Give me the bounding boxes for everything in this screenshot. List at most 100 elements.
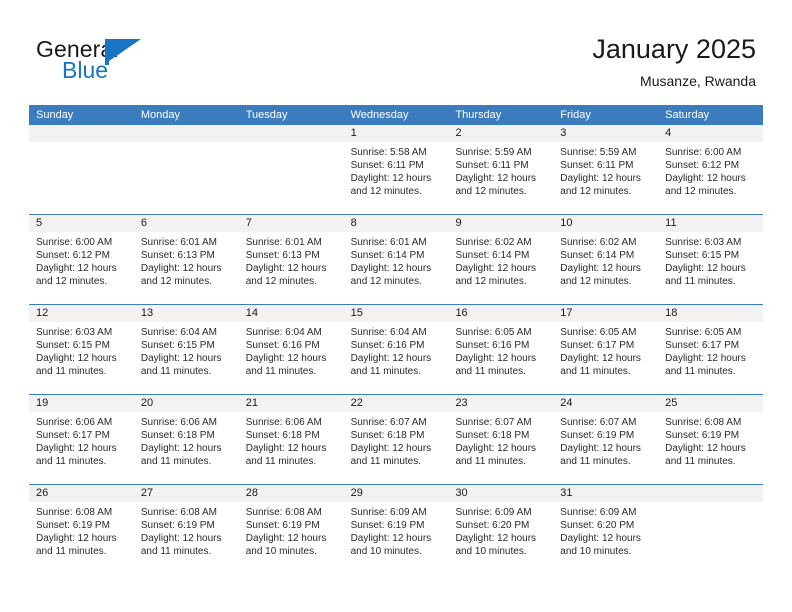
calendar-day-cell[interactable]: 4 Sunrise: 6:00 AM Sunset: 6:12 PM Daylight… [658, 125, 764, 214]
calendar-day-cell[interactable]: 15 Sunrise: 6:04 AM Sunset: 6:16 PM Dayligh… [343, 305, 449, 394]
calendar-day-cell[interactable]: 8 Sunrise: 6:01 AM Sunset: 6:14 PM Daylight… [343, 215, 449, 304]
calendar-day-cell[interactable]: 9 Sunrise: 6:02 AM Sunset: 6:14 PM Daylight… [448, 215, 554, 304]
calendar-day-cell[interactable]: 17 Sunrise: 6:05 AM Sunset: 6:17 PM Dayligh… [553, 305, 659, 394]
day-number: 10 [553, 215, 659, 232]
day-sun-details: Sunrise: 6:02 AM Sunset: 6:14 PM Daylight:… [448, 232, 553, 288]
day-number: 16 [448, 305, 554, 322]
day-detail-line: Sunset: 6:19 PM [140, 520, 215, 531]
day-number [29, 125, 134, 142]
day-sun-details: Sunrise: 6:05 AM Sunset: 6:17 PM Daylight:… [658, 322, 763, 378]
weekday-header-row: Sunday Monday Tuesday Wednesday Thursday Frid… [29, 105, 763, 125]
logo-flag-triangle [109, 39, 141, 61]
day-number: 2 [448, 125, 554, 142]
calendar-day-cell[interactable]: 12 Sunrise: 6:03 AM Sunset: 6:15 PM Dayligh… [29, 305, 134, 394]
calendar-day-cell[interactable]: 31 Sunrise: 6:09 AM Sunset: 6:20 PM Dayligh… [553, 485, 659, 574]
day-detail-line: Sunset: 6:15 PM [665, 250, 740, 261]
day-detail-line: Sunset: 6:11 PM [560, 160, 634, 171]
day-number: 13 [133, 305, 239, 322]
day-detail-line: Sunrise: 6:01 AM [140, 237, 218, 248]
day-detail-line: Sunrise: 6:09 AM [560, 507, 637, 518]
day-detail-line: Sunset: 6:15 PM [140, 340, 215, 351]
calendar-day-cell[interactable]: 6 Sunrise: 6:01 AM Sunset: 6:13 PM Daylight… [133, 215, 239, 304]
day-detail-line: Daylight: 12 hours [560, 173, 641, 184]
calendar-week-cells: 1 Sunrise: 5:58 AM Sunset: 6:11 PM Daylight… [29, 125, 764, 214]
day-detail-line: and 10 minutes. [245, 546, 317, 557]
calendar-day-cell[interactable]: 14 Sunrise: 6:04 AM Sunset: 6:16 PM Dayligh… [238, 305, 344, 394]
calendar-day-cell[interactable]: 28 Sunrise: 6:08 AM Sunset: 6:19 PM Dayligh… [238, 485, 344, 574]
calendar-week-row: 19 Sunrise: 6:06 AM Sunset: 6:17 PM Dayligh… [29, 394, 764, 484]
calendar-day-cell[interactable]: 29 Sunrise: 6:09 AM Sunset: 6:19 PM Dayligh… [343, 485, 449, 574]
day-number: 29 [343, 485, 449, 502]
calendar-day-cell[interactable]: 20 Sunrise: 6:06 AM Sunset: 6:18 PM Dayligh… [133, 395, 239, 484]
day-number: 18 [658, 305, 764, 322]
calendar-day-cell[interactable]: 11 Sunrise: 6:03 AM Sunset: 6:15 PM Dayligh… [658, 215, 764, 304]
calendar-day-cell[interactable]: 13 Sunrise: 6:04 AM Sunset: 6:15 PM Dayligh… [133, 305, 239, 394]
calendar-day-cell[interactable]: 5 Sunrise: 6:00 AM Sunset: 6:12 PM Daylight… [29, 215, 134, 304]
day-detail-line: Sunrise: 6:08 AM [665, 417, 742, 428]
day-sun-details: Sunrise: 6:00 AM Sunset: 6:12 PM Daylight:… [29, 232, 134, 288]
day-number: 20 [133, 395, 239, 412]
day-sun-details [239, 142, 344, 146]
day-number: 22 [343, 395, 449, 412]
day-detail-line: Sunset: 6:17 PM [665, 340, 740, 351]
day-number: 17 [553, 305, 659, 322]
day-detail-line: and 12 minutes. [665, 186, 737, 197]
day-detail-line: Sunrise: 6:09 AM [350, 507, 427, 518]
calendar-grid: Sunday Monday Tuesday Wednesday Thursday Frid… [29, 105, 764, 574]
day-detail-line: Daylight: 12 hours [350, 533, 432, 544]
calendar-day-cell[interactable]: 1 Sunrise: 5:58 AM Sunset: 6:11 PM Daylight… [343, 125, 449, 214]
day-detail-line: Daylight: 12 hours [140, 263, 222, 274]
calendar-day-cell[interactable]: 16 Sunrise: 6:05 AM Sunset: 6:16 PM Dayligh… [448, 305, 554, 394]
title-block: January 2025 Musanze, Rwanda [592, 32, 756, 91]
day-detail-line: and 12 minutes. [560, 276, 632, 287]
calendar-day-cell[interactable]: 18 Sunrise: 6:05 AM Sunset: 6:17 PM Dayligh… [658, 305, 764, 394]
calendar-day-cell[interactable]: 22 Sunrise: 6:07 AM Sunset: 6:18 PM Dayligh… [343, 395, 449, 484]
calendar-day-cell[interactable]: 25 Sunrise: 6:08 AM Sunset: 6:19 PM Dayligh… [658, 395, 764, 484]
day-detail-line: and 11 minutes. [140, 546, 212, 557]
day-detail-line: Daylight: 12 hours [140, 533, 222, 544]
calendar-day-cell[interactable]: 2 Sunrise: 5:59 AM Sunset: 6:11 PM Daylight… [448, 125, 554, 214]
general-blue-logo[interactable]: General Blue [36, 36, 276, 92]
day-detail-line: Sunrise: 6:07 AM [560, 417, 637, 428]
day-detail-line: Sunset: 6:18 PM [140, 430, 215, 441]
day-detail-line: and 11 minutes. [455, 366, 526, 377]
day-detail-line: Sunrise: 6:05 AM [455, 327, 532, 338]
day-detail-line: Sunset: 6:13 PM [140, 250, 215, 261]
calendar-day-cell[interactable]: 3 Sunrise: 5:59 AM Sunset: 6:11 PM Daylight… [553, 125, 659, 214]
day-number [238, 125, 344, 142]
day-detail-line: Daylight: 12 hours [350, 173, 432, 184]
day-detail-line: Daylight: 12 hours [140, 353, 222, 364]
day-detail-line: and 11 minutes. [36, 456, 107, 467]
calendar-day-cell[interactable]: 27 Sunrise: 6:08 AM Sunset: 6:19 PM Dayligh… [133, 485, 239, 574]
day-detail-line: and 10 minutes. [350, 546, 422, 557]
day-sun-details: Sunrise: 6:00 AM Sunset: 6:12 PM Daylight:… [658, 142, 763, 198]
day-detail-line: Sunrise: 6:05 AM [665, 327, 742, 338]
calendar-day-cell[interactable]: 7 Sunrise: 6:01 AM Sunset: 6:13 PM Daylight… [238, 215, 344, 304]
day-detail-line: Sunrise: 6:06 AM [36, 417, 113, 428]
day-sun-details: Sunrise: 6:06 AM Sunset: 6:18 PM Daylight:… [239, 412, 344, 468]
day-detail-line: and 11 minutes. [140, 456, 212, 467]
calendar-day-cell[interactable]: 10 Sunrise: 6:02 AM Sunset: 6:14 PM Dayligh… [553, 215, 659, 304]
day-number: 23 [448, 395, 554, 412]
day-sun-details [134, 142, 239, 146]
day-detail-line: and 11 minutes. [455, 456, 526, 467]
calendar-day-cell[interactable]: 26 Sunrise: 6:08 AM Sunset: 6:19 PM Dayligh… [29, 485, 134, 574]
day-number: 24 [553, 395, 659, 412]
logo-text-blue: Blue [62, 57, 109, 83]
day-detail-line: Sunset: 6:14 PM [350, 250, 425, 261]
calendar-day-cell[interactable]: 19 Sunrise: 6:06 AM Sunset: 6:17 PM Dayligh… [29, 395, 134, 484]
weekday-header-sunday: Sunday [36, 109, 74, 121]
day-detail-line: Sunset: 6:18 PM [455, 430, 530, 441]
calendar-day-cell[interactable]: 30 Sunrise: 6:09 AM Sunset: 6:20 PM Dayligh… [448, 485, 554, 574]
day-sun-details: Sunrise: 6:04 AM Sunset: 6:15 PM Daylight:… [134, 322, 239, 378]
calendar-week-cells: 26 Sunrise: 6:08 AM Sunset: 6:19 PM Dayligh… [29, 485, 764, 574]
day-sun-details: Sunrise: 6:06 AM Sunset: 6:17 PM Daylight:… [29, 412, 134, 468]
day-number: 3 [553, 125, 659, 142]
calendar-day-cell[interactable]: 24 Sunrise: 6:07 AM Sunset: 6:19 PM Dayligh… [553, 395, 659, 484]
day-sun-details: Sunrise: 5:59 AM Sunset: 6:11 PM Daylight:… [553, 142, 658, 198]
day-detail-line: and 12 minutes. [36, 276, 108, 287]
calendar-day-cell[interactable]: 23 Sunrise: 6:07 AM Sunset: 6:18 PM Dayligh… [448, 395, 554, 484]
day-detail-line: Sunrise: 5:59 AM [560, 147, 637, 158]
calendar-day-cell[interactable]: 21 Sunrise: 6:06 AM Sunset: 6:18 PM Dayligh… [238, 395, 344, 484]
day-detail-line: Daylight: 12 hours [665, 443, 746, 454]
